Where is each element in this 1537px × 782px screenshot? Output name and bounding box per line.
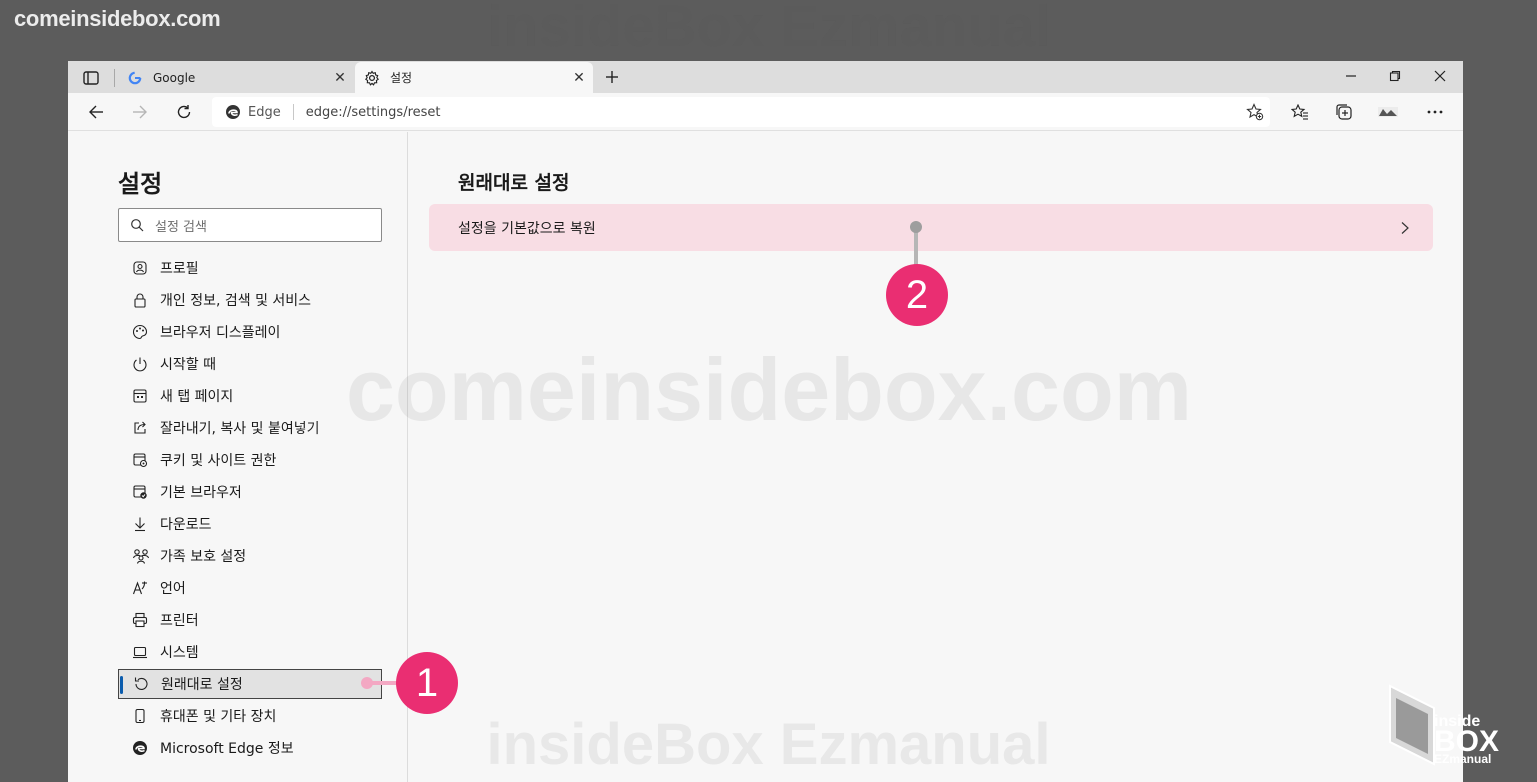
sidebar-item-site-permissions[interactable]: 쿠키 및 사이트 권한 <box>118 444 382 476</box>
callout-1: 1 <box>396 652 458 714</box>
laptop-icon <box>118 644 160 660</box>
sidebar-item-label: Microsoft Edge 정보 <box>160 741 294 757</box>
sidebar-item-downloads[interactable]: 다운로드 <box>118 508 382 540</box>
restore-defaults-button[interactable]: 설정을 기본값으로 복원 <box>429 204 1433 251</box>
callout-1-anchor <box>361 677 373 689</box>
sidebar-item-profile[interactable]: 프로필 <box>118 252 382 284</box>
family-icon <box>118 548 160 564</box>
palette-icon <box>118 324 160 340</box>
forward-button[interactable] <box>126 98 154 126</box>
default-browser-icon <box>118 484 160 500</box>
url-text[interactable]: edge://settings/reset <box>306 105 1240 120</box>
settings-search-input[interactable]: 설정 검색 <box>118 208 382 242</box>
callout-2-connector <box>914 227 918 267</box>
search-icon <box>119 218 155 232</box>
insidebox-logo: inside BOX EZmanual <box>1389 684 1499 766</box>
brand-watermark: insideBox Ezmanual <box>486 707 1051 782</box>
close-icon[interactable]: ✕ <box>326 70 354 86</box>
browser-window: Google ✕ 설정 ✕ Edge edge://settings/reset… <box>68 61 1463 782</box>
tab-separator <box>114 69 115 87</box>
download-icon <box>118 516 160 532</box>
site-watermark-center: comeinsidebox.com <box>300 332 1238 448</box>
chevron-right-icon <box>1377 221 1433 235</box>
sidebar-item-label: 쿠키 및 사이트 권한 <box>160 453 277 469</box>
back-button[interactable] <box>82 98 110 126</box>
sidebar-item-reset-settings[interactable]: 원래대로 설정 <box>118 669 382 699</box>
sidebar-item-label: 시작할 때 <box>160 357 216 373</box>
navigation-toolbar: Edge edge://settings/reset <box>68 93 1463 131</box>
new-tab-button[interactable] <box>599 65 625 89</box>
tab-settings[interactable]: 설정 ✕ <box>355 62 593 93</box>
phone-icon <box>118 708 160 724</box>
brand-watermark-ghost: insideBox Ezmanual <box>486 0 1052 59</box>
sidebar-item-system[interactable]: 시스템 <box>118 636 382 668</box>
site-watermark: comeinsidebox.com <box>14 6 221 31</box>
reset-icon <box>119 676 161 692</box>
favorites-icon[interactable] <box>1285 98 1315 126</box>
edge-logo-icon <box>224 103 242 121</box>
sidebar-item-printers[interactable]: 프린터 <box>118 604 382 636</box>
new-tab-page-icon <box>118 388 160 404</box>
more-menu-icon[interactable] <box>1420 98 1450 126</box>
sidebar-item-label: 가족 보호 설정 <box>160 549 247 565</box>
refresh-button[interactable] <box>170 98 198 126</box>
collections-icon[interactable] <box>1329 98 1359 126</box>
sidebar-item-label: 언어 <box>160 581 186 597</box>
site-identity-label: Edge <box>248 104 281 120</box>
gear-icon <box>364 70 380 86</box>
profile-avatar-icon[interactable] <box>1373 98 1403 126</box>
sidebar-item-label: 원래대로 설정 <box>161 677 243 693</box>
add-favorite-icon[interactable] <box>1240 103 1270 121</box>
sidebar-item-label: 시스템 <box>160 645 199 661</box>
sidebar-item-phone-devices[interactable]: 휴대폰 및 기타 장치 <box>118 700 382 732</box>
power-icon <box>118 356 160 372</box>
language-icon <box>118 580 160 596</box>
share-icon <box>118 420 160 436</box>
tab-title: Google <box>153 71 196 85</box>
tab-actions-icon[interactable] <box>78 67 104 89</box>
tab-strip: Google ✕ 설정 ✕ <box>68 61 1463 93</box>
sidebar-item-label: 기본 브라우저 <box>160 485 242 501</box>
sidebar-item-label: 다운로드 <box>160 517 212 533</box>
sidebar-item-label: 휴대폰 및 기타 장치 <box>160 709 277 725</box>
tab-google[interactable]: Google ✕ <box>118 63 354 93</box>
minimize-button[interactable] <box>1329 61 1373 91</box>
profile-icon <box>118 260 160 276</box>
sidebar-item-default-browser[interactable]: 기본 브라우저 <box>118 476 382 508</box>
callout-2: 2 <box>886 264 948 326</box>
sidebar-item-languages[interactable]: 언어 <box>118 572 382 604</box>
sidebar-item-about-edge[interactable]: Microsoft Edge 정보 <box>118 732 382 764</box>
site-permissions-icon <box>118 452 160 468</box>
sidebar-item-label: 브라우저 디스플레이 <box>160 325 281 341</box>
sidebar-item-label: 개인 정보, 검색 및 서비스 <box>160 293 312 309</box>
sidebar-item-label: 프로필 <box>160 261 199 277</box>
restore-button[interactable] <box>1373 61 1417 91</box>
google-g-icon <box>127 70 143 86</box>
close-icon[interactable]: ✕ <box>565 70 593 86</box>
edge-logo-icon <box>118 740 160 756</box>
address-separator <box>292 104 294 120</box>
sidebar-item-label: 잘라내기, 복사 및 붙여넣기 <box>160 421 320 437</box>
sidebar-title: 설정 <box>118 170 163 198</box>
sidebar-item-family[interactable]: 가족 보호 설정 <box>118 540 382 572</box>
settings-sidebar: 설정 설정 검색 프로필 개인 정보, 검색 및 서비스 브라우저 디스플레이 <box>68 132 408 782</box>
close-window-button[interactable] <box>1418 61 1462 91</box>
sidebar-item-label: 프린터 <box>160 613 199 629</box>
sidebar-item-label: 새 탭 페이지 <box>160 389 234 405</box>
page-title: 원래대로 설정 <box>458 172 570 194</box>
logo-ezmanual-text: EZmanual <box>1434 752 1491 766</box>
callout-2-anchor <box>910 221 922 233</box>
address-bar[interactable]: Edge edge://settings/reset <box>212 97 1270 127</box>
lock-icon <box>118 292 160 308</box>
printer-icon <box>118 612 160 628</box>
search-placeholder: 설정 검색 <box>155 219 207 235</box>
tab-title: 설정 <box>390 71 413 85</box>
settings-nav: 프로필 개인 정보, 검색 및 서비스 브라우저 디스플레이 시작할 때 새 탭… <box>118 252 382 764</box>
sidebar-item-privacy[interactable]: 개인 정보, 검색 및 서비스 <box>118 284 382 316</box>
